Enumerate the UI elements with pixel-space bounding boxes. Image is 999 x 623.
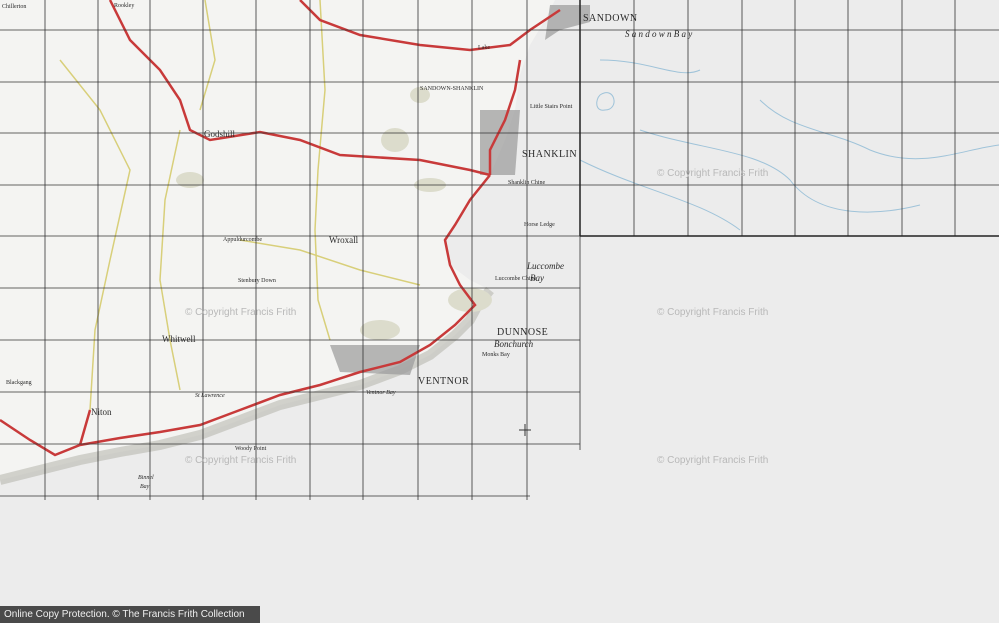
label-wroxall: Wroxall (329, 235, 359, 245)
survey-cross (519, 424, 531, 436)
label-monks-bay: Monks Bay (482, 352, 510, 358)
label-shanklin: SHANKLIN (522, 149, 578, 160)
sea-contours (579, 59, 999, 231)
label-st-lawrence: St Lawrence (195, 393, 225, 399)
label-sandown: SANDOWN (583, 13, 638, 24)
label-bonchurch: Bonchurch (494, 339, 534, 349)
label-niton: Niton (91, 407, 112, 417)
watermark: © Copyright Francis Frith (185, 455, 297, 466)
label-chillerton: Chillerton (2, 4, 27, 10)
copyright-footer: Online Copy Protection. © The Francis Fr… (0, 606, 260, 623)
label-luccombe-chine: Luccombe Chine (495, 276, 537, 282)
label-blackgang: Blackgang (6, 380, 32, 386)
label-rookley: Rookley (114, 3, 135, 9)
label-sandown-shanklin: SANDOWN-SHANKLIN (420, 86, 484, 92)
label-dunnose: DUNNOSE (497, 327, 549, 338)
watermark: © Copyright Francis Frith (657, 168, 769, 179)
label-ventnor: VENTNOR (418, 376, 470, 387)
label-woody-point: Woody Point (235, 446, 267, 452)
label-sandown-bay: S a n d o w n B a y (625, 29, 693, 39)
label-horse-ledge: Horse Ledge (524, 222, 555, 228)
watermark: © Copyright Francis Frith (657, 455, 769, 466)
label-binnel-bay: Bay (140, 484, 150, 490)
label-shanklin-chine: Shanklin Chine (508, 180, 546, 186)
label-stenbury-down: Stenbury Down (238, 278, 276, 284)
label-luccombe: Luccombe (527, 261, 564, 271)
label-godshill: Godshill (204, 129, 236, 139)
label-lake: Lake (478, 45, 490, 51)
label-appuldurcombe: Appuldurcombe (223, 237, 262, 243)
watermark: © Copyright Francis Frith (657, 307, 769, 318)
label-little-stairs-point: Little Stairs Point (530, 104, 573, 110)
label-whitwell: Whitwell (162, 334, 196, 344)
watermark: © Copyright Francis Frith (185, 307, 297, 318)
label-binnel: Binnel (138, 475, 154, 481)
label-ventnor-bay: Ventnor Bay (366, 390, 396, 396)
map-canvas (0, 0, 999, 500)
